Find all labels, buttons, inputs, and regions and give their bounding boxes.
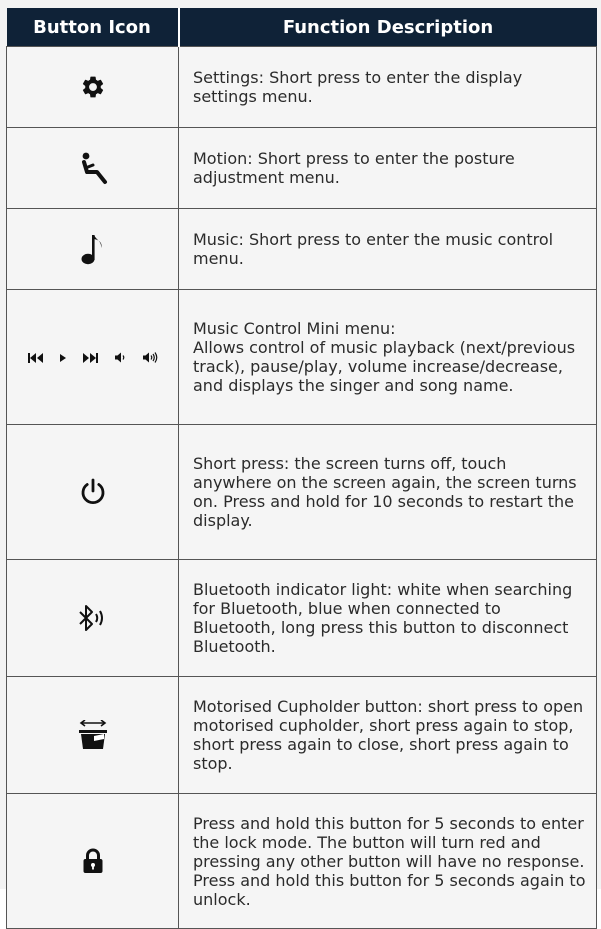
music-description: Music: Short press to enter the music co… <box>193 230 554 268</box>
header-function-description: Function Description <box>178 8 597 47</box>
table-row: Press and hold this button for 5 seconds… <box>6 793 597 929</box>
description-cell: Motorised Cupholder button: short press … <box>178 676 597 794</box>
table-row: Bluetooth indicator light: white when se… <box>6 559 597 677</box>
settings-description: Settings: Short press to enter the displ… <box>193 68 523 106</box>
icon-cell <box>6 676 179 794</box>
table-row: Music Control Mini menu: Allows control … <box>6 289 597 425</box>
icon-cell <box>6 46 179 128</box>
table-row: Motorised Cupholder button: short press … <box>6 676 597 794</box>
bluetooth-icon <box>78 605 103 631</box>
lock-icon <box>83 848 102 873</box>
previous-track-icon <box>27 352 43 363</box>
description-cell: Short press: the screen turns off, touch… <box>178 424 597 560</box>
icon-cell <box>6 793 179 929</box>
volume-down-icon <box>114 352 124 363</box>
cupholder-description: Motorised Cupholder button: short press … <box>193 697 584 773</box>
bluetooth-description: Bluetooth indicator light: white when se… <box>193 580 573 656</box>
table-header: Button Icon Function Description <box>6 8 597 47</box>
table-row: Settings: Short press to enter the displ… <box>6 46 597 128</box>
gear-icon <box>82 76 103 98</box>
music-control-title: Music Control Mini menu: <box>193 319 396 338</box>
reclining-person-icon <box>81 152 107 184</box>
motion-description: Motion: Short press to enter the posture… <box>193 149 515 187</box>
power-icon <box>81 478 104 505</box>
volume-up-icon <box>142 352 157 363</box>
icon-cell <box>6 559 179 677</box>
description-cell: Music: Short press to enter the music co… <box>178 208 597 290</box>
description-cell: Bluetooth indicator light: white when se… <box>178 559 597 677</box>
table-row: Music: Short press to enter the music co… <box>6 208 597 290</box>
next-track-icon <box>82 352 98 363</box>
description-cell: Settings: Short press to enter the displ… <box>178 46 597 128</box>
description-cell: Music Control Mini menu: Allows control … <box>178 289 597 425</box>
document-page: Button Icon Function Description Setting… <box>0 0 601 929</box>
button-function-table: Button Icon Function Description Setting… <box>6 8 597 929</box>
music-control-description: Allows control of music playback (next/p… <box>193 338 576 395</box>
icon-cell <box>6 289 179 425</box>
table-row: Short press: the screen turns off, touch… <box>6 424 597 560</box>
description-cell: Press and hold this button for 5 seconds… <box>178 793 597 929</box>
icon-cell <box>6 208 179 290</box>
media-controls-icons <box>27 352 158 363</box>
description-cell: Motion: Short press to enter the posture… <box>178 127 597 209</box>
lock-description: Press and hold this button for 5 seconds… <box>193 813 586 909</box>
cupholder-icon <box>78 720 107 749</box>
power-description: Short press: the screen turns off, touch… <box>193 454 577 530</box>
icon-cell <box>6 127 179 209</box>
table-row: Motion: Short press to enter the posture… <box>6 127 597 209</box>
header-button-icon: Button Icon <box>6 8 180 47</box>
play-icon <box>59 353 66 362</box>
music-note-icon <box>81 235 102 265</box>
icon-cell <box>6 424 179 560</box>
